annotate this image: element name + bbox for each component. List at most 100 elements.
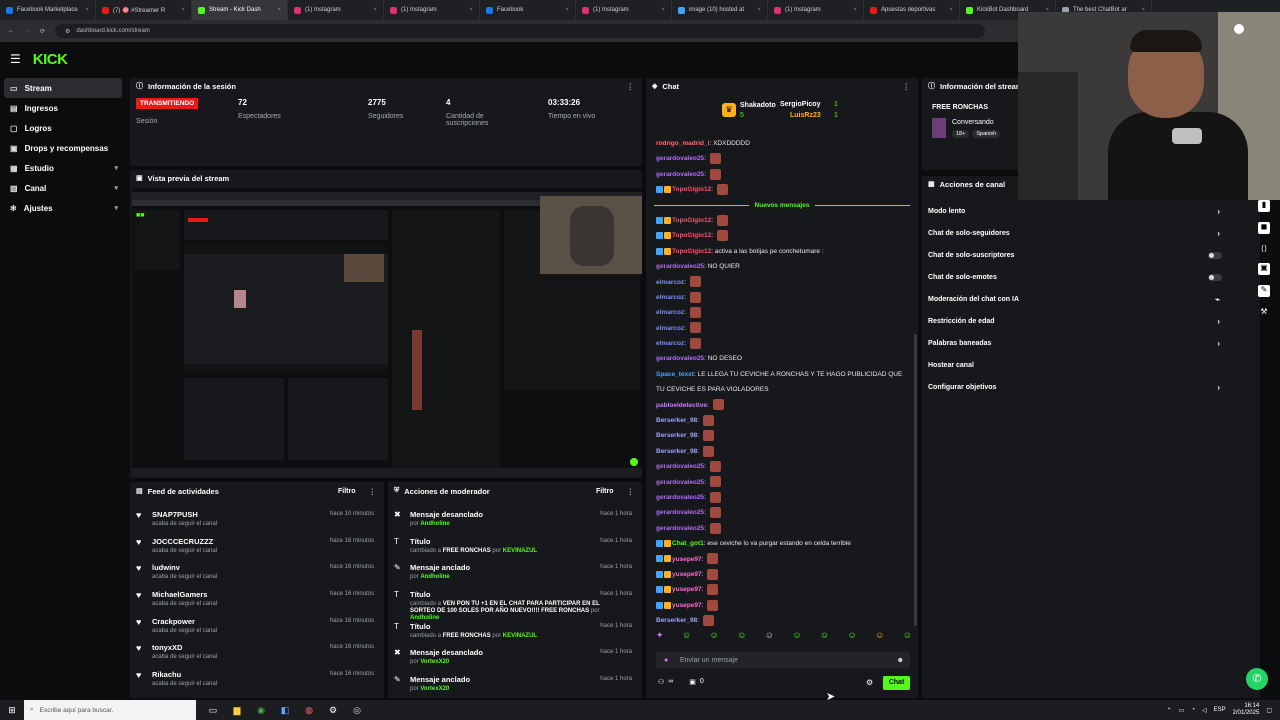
sidebar-item-logros[interactable]: ▢ Logros [0, 118, 126, 138]
tab-close-icon[interactable]: × [277, 7, 281, 13]
chat-username[interactable]: Berserker_98 [656, 617, 697, 624]
settings-icon[interactable]: ⚙ [326, 703, 340, 717]
chat-message[interactable]: elmarcoz: [646, 305, 918, 320]
chat-message[interactable]: TopoGigio12: [646, 182, 918, 197]
chat-username[interactable]: gerardovaleo25 [656, 479, 704, 486]
mod-action-user[interactable]: KEVINAZUL [503, 548, 537, 554]
chat-message[interactable]: elmarcoz: [646, 275, 918, 290]
battery-icon[interactable]: ▭ [1179, 707, 1185, 714]
chat-username[interactable]: gerardovaleo25 [656, 355, 704, 362]
feed-filter-button[interactable]: Filtro [338, 488, 356, 495]
chat-message[interactable]: Berserker_98: [646, 428, 918, 443]
channel-action-item[interactable]: Modo lento › [922, 200, 1260, 222]
browser-tab[interactable]: (7) 🎯 #Streamer R × [96, 0, 192, 20]
tab-close-icon[interactable]: × [85, 7, 89, 13]
emoji-picker-icon[interactable]: ☻ [897, 657, 904, 664]
emote-icon[interactable]: ☺ [903, 630, 912, 646]
chat-settings-icon[interactable]: ⚙ [866, 678, 873, 687]
browser-tab[interactable]: (1) Instagram × [576, 0, 672, 20]
clock[interactable]: 16:14 2/01/2025 [1233, 703, 1260, 717]
chat-username[interactable]: gerardovaleo25 [656, 463, 704, 470]
chat-messages[interactable]: rodrigo_madrid_i: XDXDDDDD gerardovaleo25… [646, 136, 918, 628]
task-view-icon[interactable]: ▭ [206, 703, 220, 717]
toggle-switch[interactable] [1208, 251, 1222, 259]
chat-scrollbar[interactable] [914, 334, 917, 626]
taskbar-search[interactable]: ⌕ Escribe aquí para buscar. [24, 700, 196, 720]
chat-username[interactable]: elmarcoz [656, 294, 684, 301]
tab-close-icon[interactable]: × [181, 7, 185, 13]
chat-username[interactable]: elmarcoz [656, 279, 684, 286]
tab-close-icon[interactable]: × [949, 7, 953, 13]
chat-message[interactable]: Berserker_98: [646, 613, 918, 628]
chat-message[interactable]: elmarcoz: [646, 321, 918, 336]
chat-message[interactable]: elmarcoz: [646, 336, 918, 351]
emote-icon[interactable]: ☺ [737, 630, 746, 646]
mod-tools-icon[interactable]: ⚒ [1260, 307, 1267, 316]
chat-message[interactable]: TU CEVICHE ES PARA VIOLADORES [646, 382, 918, 397]
tab-close-icon[interactable]: × [373, 7, 377, 13]
tab-close-icon[interactable]: × [757, 7, 761, 13]
sidebar-item-drops-y-recompensas[interactable]: ▣ Drops y recompensas [0, 138, 126, 158]
chat-username[interactable]: yusepe97 [672, 571, 702, 578]
emote-icon[interactable]: ☺ [875, 630, 884, 646]
chat-username[interactable]: Berserker_98 [656, 432, 697, 439]
reload-icon[interactable]: ⟳ [40, 28, 45, 35]
chat-username[interactable]: TopoGigio12 [672, 248, 711, 255]
chat-username[interactable]: yusepe97 [672, 556, 702, 563]
more-options-icon[interactable]: ⋮ [627, 82, 635, 91]
whatsapp-float-button[interactable]: ✆ [1246, 668, 1268, 690]
mod-action-user[interactable]: VortexX20 [420, 659, 449, 665]
chat-send-button[interactable]: Chat [883, 676, 910, 690]
chat-message[interactable]: Berserker_98: [646, 444, 918, 459]
chat-bubble-icon[interactable]: ◼ [1258, 222, 1270, 234]
browser-tab[interactable]: (1) Instagram × [768, 0, 864, 20]
raid-icon[interactable]: ▣ [1258, 263, 1270, 275]
tab-close-icon[interactable]: × [565, 7, 569, 13]
users-icon[interactable]: ⚇ [658, 678, 664, 686]
sidebar-item-stream[interactable]: ▭ Stream [4, 78, 122, 98]
tab-close-icon[interactable]: × [469, 7, 473, 13]
chat-username[interactable]: Chat_got1 [672, 540, 704, 547]
chat-username[interactable]: yusepe97 [672, 602, 702, 609]
wrench-icon[interactable]: ✎ [1258, 285, 1270, 297]
chat-message[interactable]: Berserker_98: [646, 413, 918, 428]
chat-message[interactable]: TopoGigio12: [646, 228, 918, 243]
chat-input[interactable]: ● Enviar un mensaje ☻ [656, 652, 910, 668]
browser-tab[interactable]: image (10) hosted at × [672, 0, 768, 20]
volume-icon[interactable]: ◁ [1202, 707, 1207, 714]
emote-icon[interactable]: ☺ [848, 630, 857, 646]
chat-username[interactable]: rodrigo_madrid_i [656, 140, 709, 147]
chat-message[interactable]: gerardovaleo25: [646, 505, 918, 520]
chat-username[interactable]: elmarcoz [656, 325, 684, 332]
menu-icon[interactable]: ☰ [10, 52, 21, 66]
browser-tab[interactable]: Apuestas deportivas × [864, 0, 960, 20]
chat-message[interactable]: gerardovaleo25: [646, 490, 918, 505]
browser-tab[interactable]: Facebook × [480, 0, 576, 20]
tray-chevron-icon[interactable]: ⌃ [1167, 707, 1172, 714]
sidebar-item-estudio[interactable]: ▦ Estudio ▾ [0, 158, 126, 178]
mod-action-user[interactable]: VortexX20 [420, 686, 449, 692]
chat-username[interactable]: gerardovaleo25 [656, 525, 704, 532]
app-icon[interactable]: ◍ [302, 703, 316, 717]
mod-action-user[interactable]: Andholine [420, 574, 449, 580]
chat-message[interactable]: gerardovaleo25: NO DESEO [646, 351, 918, 366]
emote-icon[interactable]: ☺ [792, 630, 801, 646]
chat-username[interactable]: TopoGigio12 [672, 186, 711, 193]
chat-username[interactable]: Space_texxt [656, 371, 694, 378]
mic-icon[interactable]: ● [664, 657, 668, 664]
file-explorer-icon[interactable]: ▆ [230, 703, 244, 717]
mod-action-user[interactable]: Andholine [420, 521, 449, 527]
sidebar-item-ingresos[interactable]: ▤ Ingresos [0, 98, 126, 118]
forward-icon[interactable]: → [24, 28, 30, 34]
chat-username[interactable]: Berserker_98 [656, 448, 697, 455]
back-icon[interactable]: ← [8, 28, 14, 34]
chat-message[interactable]: yusepe97: [646, 582, 918, 597]
channel-action-item[interactable]: Chat de solo-suscriptores [922, 244, 1260, 266]
chat-message[interactable]: elmarcoz: [646, 290, 918, 305]
channel-action-item[interactable]: Chat de solo-seguidores › [922, 222, 1260, 244]
channel-action-item[interactable]: Hostear canal [922, 354, 1260, 376]
more-options-icon[interactable]: ⋮ [369, 487, 377, 496]
chat-username[interactable]: gerardovaleo25 [656, 155, 704, 162]
more-options-icon[interactable]: ⋮ [903, 82, 911, 91]
chat-message[interactable]: yusepe97: [646, 567, 918, 582]
